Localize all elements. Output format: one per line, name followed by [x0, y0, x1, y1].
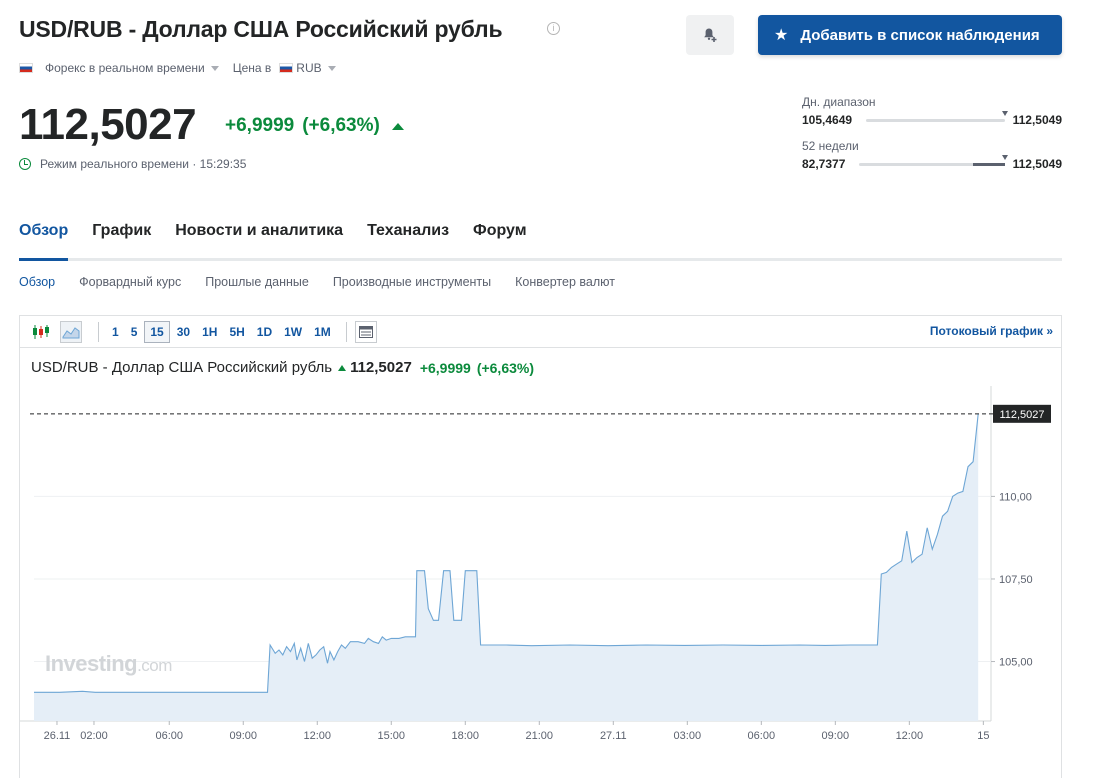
watermark-suffix: .com	[137, 656, 172, 675]
clock-icon	[19, 158, 31, 170]
currency-dropdown[interactable]: RUB	[279, 61, 336, 75]
chevron-down-icon	[210, 65, 219, 71]
x-tick-label: 06:00	[155, 730, 183, 742]
day-range-label: Дн. диапазон	[802, 95, 876, 109]
x-tick-label: 12:00	[304, 730, 332, 742]
add-to-watchlist-button[interactable]: ★ Добавить в список наблюдения	[758, 15, 1062, 55]
week52-range-high: 112,5049	[1012, 157, 1062, 171]
realtime-label: Режим реального времени · 15:29:35	[40, 157, 247, 171]
price-in-label: Цена в	[232, 61, 272, 75]
day-range-bar	[866, 110, 1008, 122]
info-icon[interactable]: i	[547, 22, 560, 35]
change-value: +6,9999	[225, 115, 295, 136]
tab-chart[interactable]: График	[92, 222, 151, 258]
market-type-dropdown[interactable]: Форекс в реальном времени	[45, 61, 219, 75]
week52-range: 52 недели 82,7377 112,5049	[802, 139, 1062, 171]
last-price-label: 112,5027	[999, 409, 1044, 421]
last-price: 112,5027	[19, 100, 197, 149]
x-tick-label: 26.11	[44, 730, 71, 742]
week52-range-marker	[1001, 154, 1008, 160]
market-info-row: Форекс в реальном времени Цена в RUB	[19, 61, 336, 75]
change-percent: (+6,63%)	[302, 115, 380, 136]
realtime-status: Режим реального времени · 15:29:35	[19, 157, 246, 171]
y-tick-label: 107,50	[999, 574, 1033, 586]
x-tick-label: 15	[977, 730, 989, 742]
market-type-label: Форекс в реальном времени	[45, 61, 205, 75]
x-tick-label: 27.11	[600, 730, 627, 742]
currency-label: RUB	[296, 61, 322, 75]
chart-panel: 1 5 15 30 1H 5H 1D 1W 1M Потоковый графи…	[19, 315, 1062, 778]
x-tick-label: 15:00	[378, 730, 406, 742]
tab-forum[interactable]: Форум	[473, 222, 527, 258]
investing-watermark: Investing.com	[45, 651, 172, 677]
week52-range-label: 52 недели	[802, 139, 859, 153]
week52-range-low: 82,7377	[802, 157, 846, 171]
subtab-forward-rates[interactable]: Форвардный курс	[79, 275, 181, 289]
chevron-down-icon	[327, 65, 336, 71]
x-tick-label: 21:00	[526, 730, 554, 742]
subtab-converter[interactable]: Конвертер валют	[515, 275, 615, 289]
alert-button[interactable]	[686, 15, 734, 55]
main-tabs: Обзор График Новости и аналитика Теханал…	[19, 222, 1062, 261]
sub-tabs: Обзор Форвардный курс Прошлые данные Про…	[19, 275, 639, 289]
tab-news[interactable]: Новости и аналитика	[175, 222, 343, 258]
x-tick-label: 12:00	[896, 730, 924, 742]
price-chart[interactable]: 110,00 107,50 105,00 26.11 02:00 06:00 09:00 12…	[20, 316, 1061, 778]
russia-flag-icon	[19, 63, 33, 73]
arrow-up-icon	[391, 122, 404, 130]
price-area	[34, 413, 979, 721]
week52-range-fill	[972, 162, 1005, 166]
star-icon: ★	[774, 27, 789, 44]
x-tick-label: 06:00	[748, 730, 776, 742]
tab-overview[interactable]: Обзор	[19, 222, 69, 261]
x-tick-label: 18:00	[452, 730, 480, 742]
day-range-low: 105,4649	[802, 113, 853, 127]
russia-flag-icon	[279, 63, 294, 73]
subtab-derivatives[interactable]: Производные инструменты	[333, 275, 491, 289]
price-change: +6,9999 (+6,63%)	[225, 115, 404, 137]
subtab-overview[interactable]: Обзор	[19, 275, 55, 289]
tab-technical[interactable]: Теханализ	[367, 222, 449, 258]
watchlist-label: Добавить в список наблюдения	[800, 26, 1040, 44]
y-tick-label: 110,00	[999, 491, 1032, 503]
week52-range-bar	[859, 154, 1008, 166]
day-range-marker	[1001, 110, 1008, 116]
bell-plus-icon	[704, 28, 717, 42]
subtab-historical-data[interactable]: Прошлые данные	[205, 275, 309, 289]
x-tick-label: 09:00	[229, 730, 257, 742]
day-range: Дн. диапазон 105,4649 112,5049	[802, 95, 1062, 127]
x-tick-label: 09:00	[822, 730, 850, 742]
x-tick-label: 02:00	[80, 730, 108, 742]
page-title: USD/RUB - Доллар США Российский рубль	[19, 16, 503, 42]
watermark-brand: Investing	[45, 651, 138, 676]
x-tick-label: 03:00	[674, 730, 702, 742]
day-range-high: 112,5049	[1012, 113, 1062, 127]
y-tick-label: 105,00	[999, 657, 1033, 669]
